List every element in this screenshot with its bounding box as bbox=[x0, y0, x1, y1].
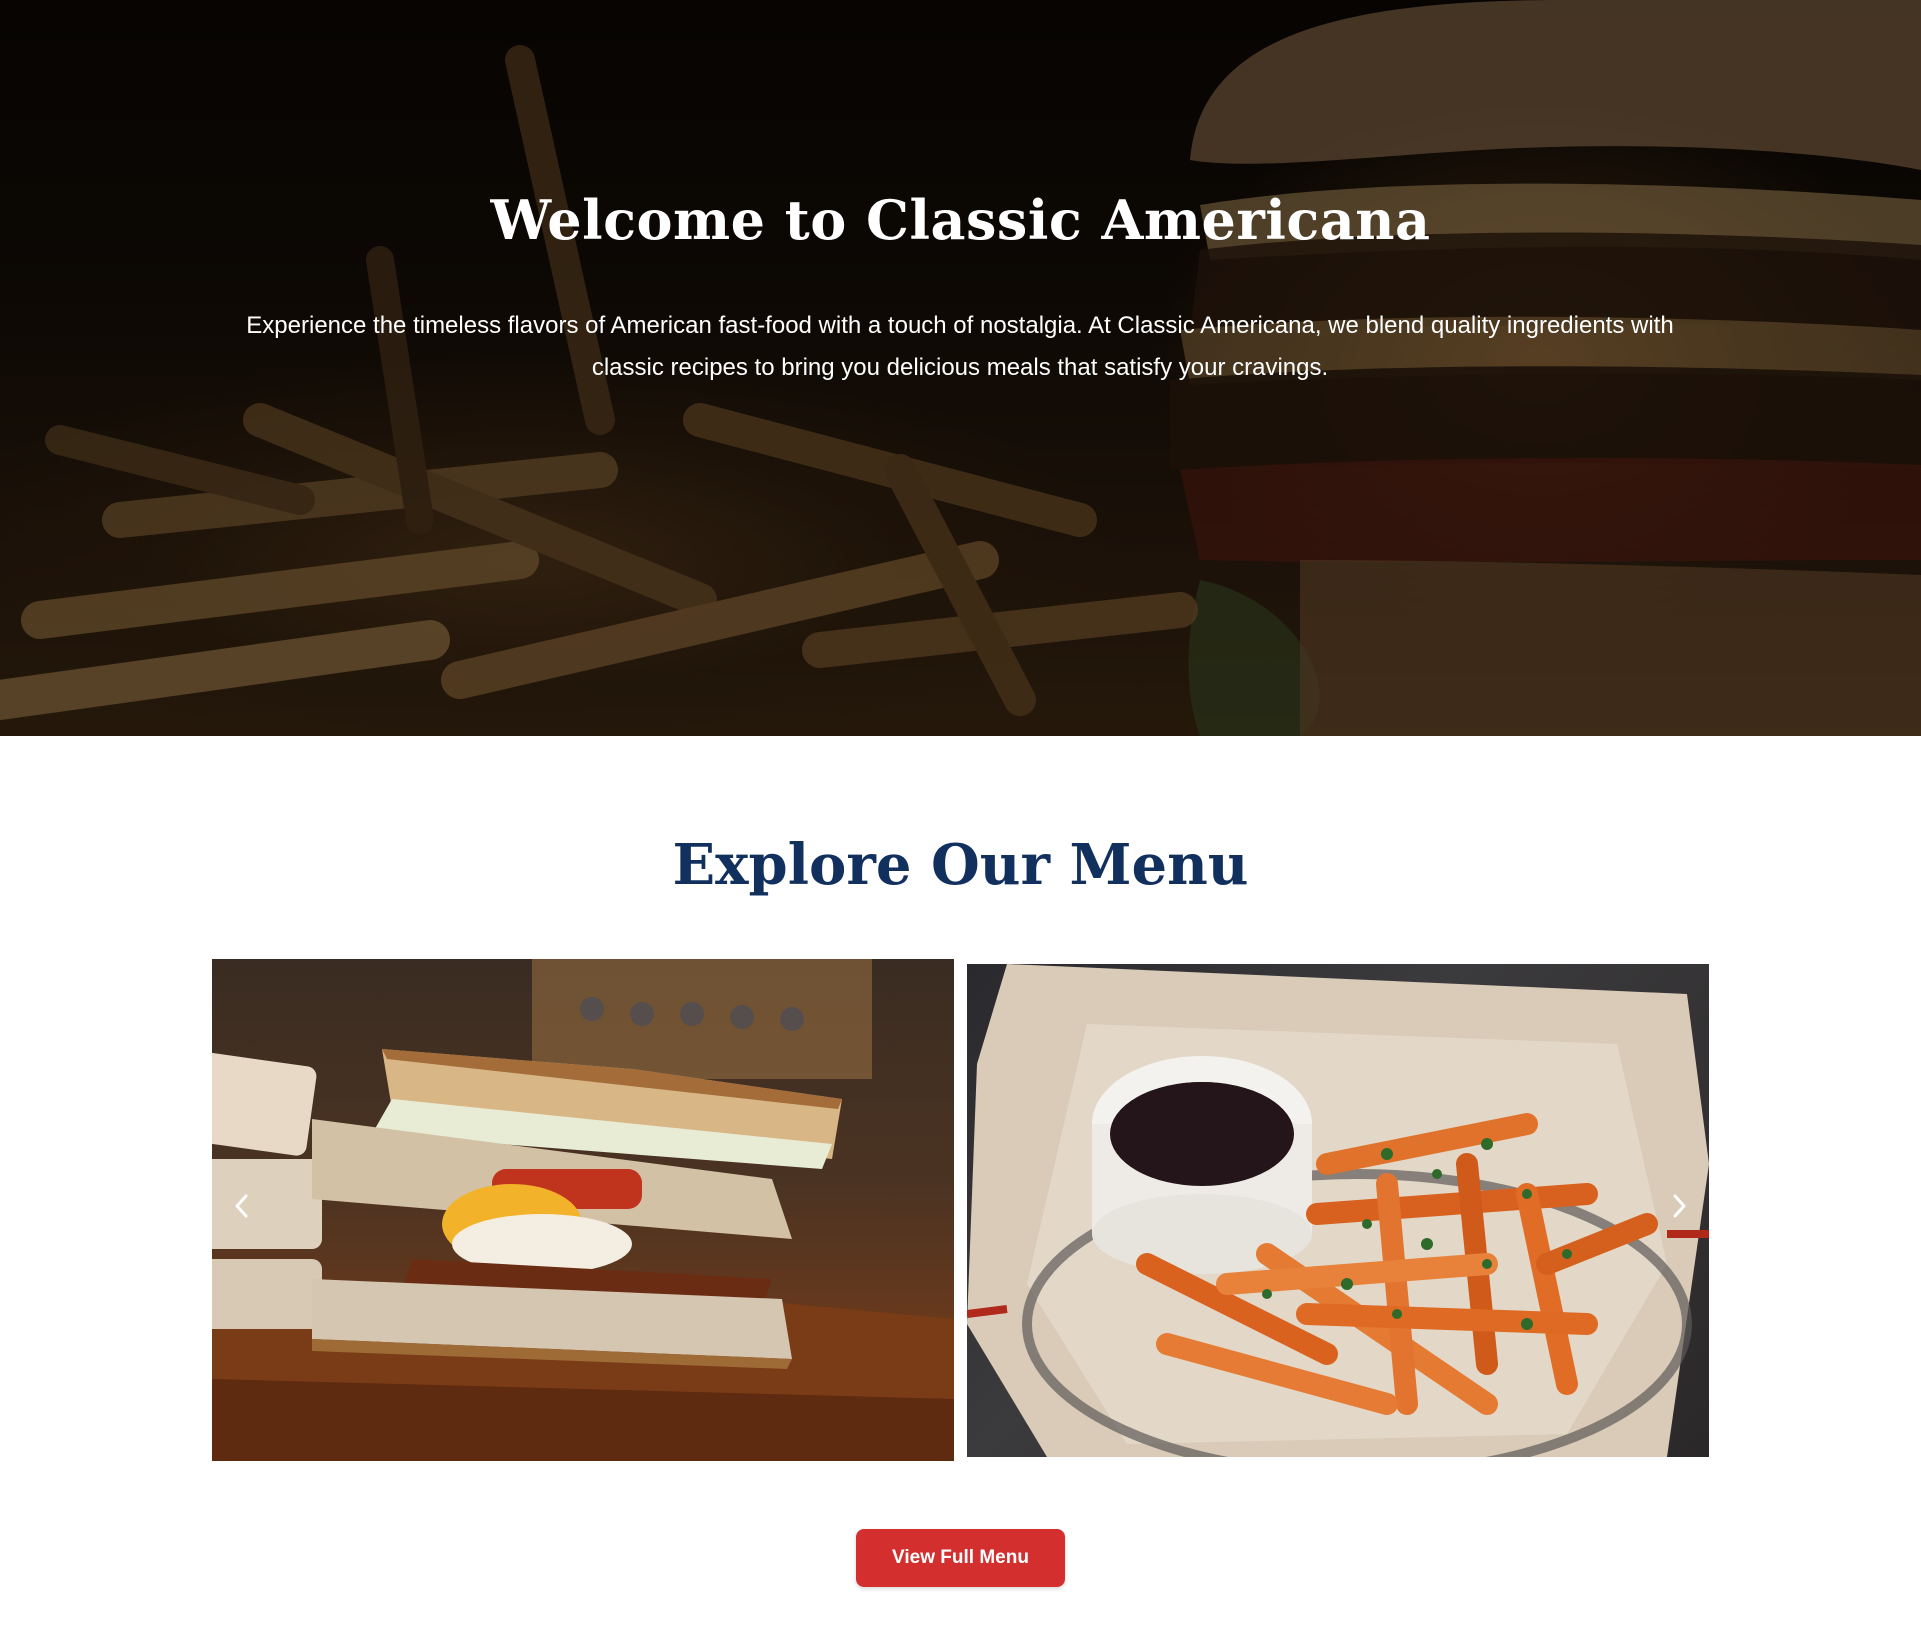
menu-slide-fries[interactable] bbox=[967, 964, 1709, 1457]
hero-title: Welcome to Classic Americana bbox=[490, 188, 1431, 252]
hero-banner: Welcome to Classic Americana Experience … bbox=[0, 0, 1921, 736]
view-full-menu-button[interactable]: View Full Menu bbox=[856, 1529, 1065, 1587]
chevron-right-icon bbox=[1673, 1194, 1686, 1218]
carousel-next-button[interactable] bbox=[1659, 1186, 1699, 1226]
menu-carousel[interactable] bbox=[212, 958, 1709, 1464]
carousel-prev-button[interactable] bbox=[222, 1186, 262, 1226]
sandwich-image bbox=[212, 959, 954, 1461]
menu-slide-sandwich[interactable] bbox=[212, 959, 954, 1461]
chevron-left-icon bbox=[235, 1194, 248, 1218]
fries-image bbox=[967, 964, 1709, 1457]
menu-section-title: Explore Our Menu bbox=[672, 832, 1249, 898]
hero-description: Experience the timeless flavors of Ameri… bbox=[246, 312, 1674, 381]
